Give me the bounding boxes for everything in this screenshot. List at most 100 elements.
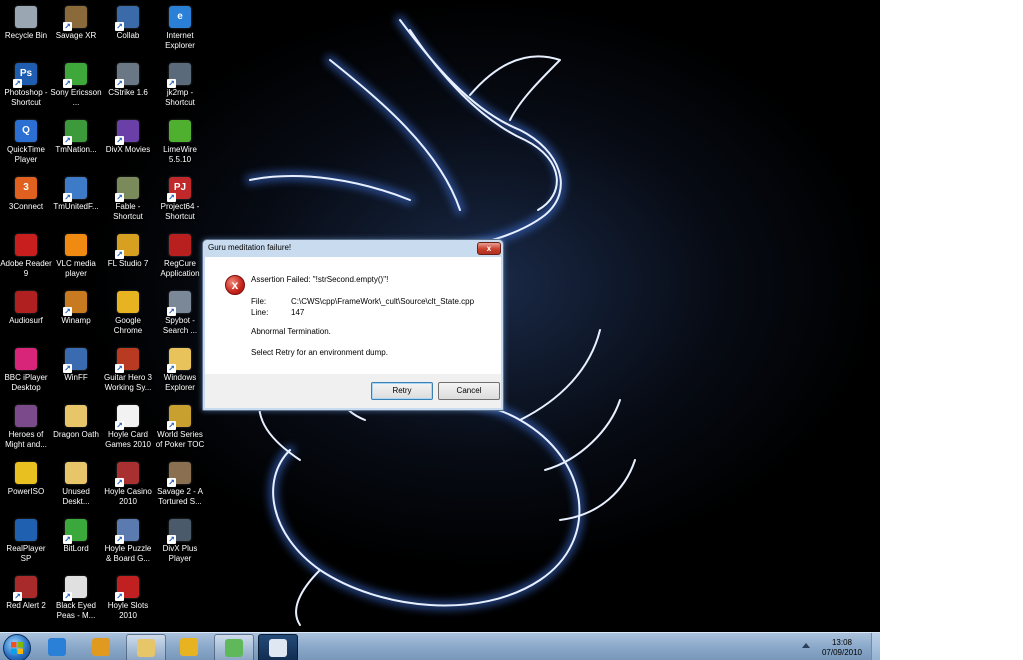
desktop-icon[interactable]: CStrike 1.6	[102, 59, 154, 115]
divx-movies-icon	[115, 120, 139, 145]
dialog-title: Guru meditation failure!	[208, 243, 292, 252]
desktop-icon[interactable]: Adobe Reader 9	[0, 230, 52, 286]
desktop-icon-label: jk2mp - Shortcut	[165, 88, 195, 107]
desktop-icon[interactable]: Guitar Hero 3 Working Sy...	[102, 344, 154, 400]
desktop-icon[interactable]: Savage 2 - A Tortured S...	[154, 458, 206, 514]
taskbar-internet-explorer[interactable]	[38, 634, 76, 660]
desktop-icon[interactable]: jk2mp - Shortcut	[154, 59, 206, 115]
desktop-icon[interactable]: PowerISO	[0, 458, 52, 514]
desktop-icon[interactable]: Red Alert 2	[0, 572, 52, 628]
cancel-button[interactable]: Cancel	[438, 382, 500, 400]
desktop-icon[interactable]: Winamp	[50, 287, 102, 343]
desktop-icon[interactable]: Collab	[102, 2, 154, 58]
desktop-icon[interactable]: Unused Deskt...	[50, 458, 102, 514]
desktop-icon[interactable]: DivX Plus Player	[154, 515, 206, 571]
desktop-icon[interactable]: BitLord	[50, 515, 102, 571]
realplayer-icon	[15, 519, 37, 541]
desktop-icon-label: VLC media player	[56, 259, 96, 278]
desktop-icon[interactable]: World Series of Poker TOC	[154, 401, 206, 457]
desktop-icon-label: Collab	[116, 31, 140, 40]
adobe-reader-icon	[15, 234, 37, 256]
dialog-close-button[interactable]: x	[477, 242, 501, 255]
desktop-icon[interactable]: TmUnitedF...	[50, 173, 102, 229]
desktop-icon-label: TmNation...	[55, 145, 97, 154]
desktop-icon[interactable]: FL Studio 7	[102, 230, 154, 286]
taskbar-dialog-app[interactable]	[258, 634, 298, 660]
desktop-icon[interactable]: Hoyle Card Games 2010	[102, 401, 154, 457]
project64-icon: PJ	[167, 177, 191, 202]
clock-time[interactable]: 13:08	[820, 638, 864, 647]
desktop-icon-label: Hoyle Casino 2010	[104, 487, 152, 506]
poweriso-icon	[15, 462, 37, 484]
show-desktop-button[interactable]	[871, 633, 880, 660]
desktop-icon-label: Project64 - Shortcut	[160, 202, 200, 221]
desktop-icon[interactable]: WinFF	[50, 344, 102, 400]
savage-xr-icon	[63, 6, 87, 31]
desktop-icon[interactable]: VLC media player	[50, 230, 102, 286]
windows-logo-icon	[11, 642, 23, 654]
desktop-icon-label: DivX Plus Player	[162, 544, 198, 563]
internet-explorer-icon	[48, 638, 66, 656]
desktop-icon[interactable]: Sony Ericsson ...	[50, 59, 102, 115]
desktop-icon[interactable]: e Internet Explorer	[154, 2, 206, 58]
taskbar-google-chrome[interactable]	[170, 634, 208, 660]
tmunited-icon	[63, 177, 87, 202]
desktop-icon-label: Guitar Hero 3 Working Sy...	[103, 373, 153, 392]
desktop-icon[interactable]: 3 3Connect	[0, 173, 52, 229]
desktop-icon-label: Heroes of Might and...	[5, 430, 47, 449]
desktop-icon[interactable]: Hoyle Casino 2010	[102, 458, 154, 514]
jk2mp-icon	[167, 63, 191, 88]
retry-button[interactable]: Retry	[371, 382, 433, 400]
desktop-icon[interactable]: Savage XR	[50, 2, 102, 58]
taskbar-winamp[interactable]	[82, 634, 120, 660]
dialog-title-bar[interactable]: Guru meditation failure! x	[203, 240, 503, 256]
clock-date[interactable]: 07/09/2010	[816, 648, 868, 657]
dialog-message-area: x Assertion Failed: "!strSecond.empty()"…	[205, 257, 501, 374]
desktop-icon-label: Unused Deskt...	[62, 487, 90, 506]
winamp-icon	[63, 291, 87, 316]
desktop-icon[interactable]: RealPlayer SP	[0, 515, 52, 571]
start-button[interactable]	[3, 634, 31, 660]
desktop-icon[interactable]: PsPhotoshop - Shortcut	[0, 59, 52, 115]
desktop-icon-label: DivX Movies	[105, 145, 151, 154]
hoyle-slots-icon	[115, 576, 139, 601]
desktop-icon[interactable]: Recycle Bin	[0, 2, 52, 58]
desktop-icon[interactable]: Hoyle Puzzle & Board G...	[102, 515, 154, 571]
unused-desktop-folder-icon	[65, 462, 87, 484]
desktop-icon[interactable]: Audiosurf	[0, 287, 52, 343]
sony-ericsson-icon	[63, 63, 87, 88]
desktop-icon[interactable]: Heroes of Might and...	[0, 401, 52, 457]
cstrike-icon	[115, 63, 139, 88]
hoyle-puzzle-icon	[115, 519, 139, 544]
desktop-icon[interactable]: Spybot - Search ...	[154, 287, 206, 343]
desktop-icon[interactable]: Hoyle Slots 2010	[102, 572, 154, 628]
desktop-icon[interactable]: BBC iPlayer Desktop	[0, 344, 52, 400]
taskbar-windows-explorer[interactable]	[126, 634, 166, 660]
hoyle-casino-icon	[115, 462, 139, 487]
assertion-dialog: Guru meditation failure! x x Assertion F…	[202, 239, 504, 411]
desktop-icon[interactable]: Q QuickTime Player	[0, 116, 52, 172]
desktop-icon[interactable]: Black Eyed Peas - M...	[50, 572, 102, 628]
desktop-icon[interactable]: Fable - Shortcut	[102, 173, 154, 229]
desktop-icon[interactable]: Google Chrome	[102, 287, 154, 343]
bbc-iplayer-icon	[15, 348, 37, 370]
desktop-icon[interactable]: Dragon Oath	[50, 401, 102, 457]
desktop-icon-label: Black Eyed Peas - M...	[55, 601, 97, 620]
desktop-screen: Recycle Bin Savage XR Collab e Internet Expl…	[0, 0, 880, 660]
google-chrome-icon	[180, 638, 198, 656]
desktop-icon-label: Hoyle Puzzle & Board G...	[104, 544, 152, 563]
collab-icon	[115, 6, 139, 31]
desktop-icon-label: Recycle Bin	[4, 31, 48, 40]
desktop-icon[interactable]: RegCure Application	[154, 230, 206, 286]
desktop-icon[interactable]: LimeWire 5.5.10	[154, 116, 206, 172]
audiosurf-icon	[15, 291, 37, 313]
show-hidden-icons-icon[interactable]	[802, 643, 810, 648]
desktop-icon[interactable]: DivX Movies	[102, 116, 154, 172]
desktop-icon[interactable]: Windows Explorer	[154, 344, 206, 400]
desktop-icon[interactable]: PJProject64 - Shortcut	[154, 173, 206, 229]
desktop-icon-label: RealPlayer SP	[6, 544, 46, 563]
assertion-message: Assertion Failed: "!strSecond.empty()"!	[251, 275, 389, 284]
taskbar-messenger[interactable]	[214, 634, 254, 660]
desktop-icon[interactable]: TmNation...	[50, 116, 102, 172]
regcure-icon	[169, 234, 191, 256]
